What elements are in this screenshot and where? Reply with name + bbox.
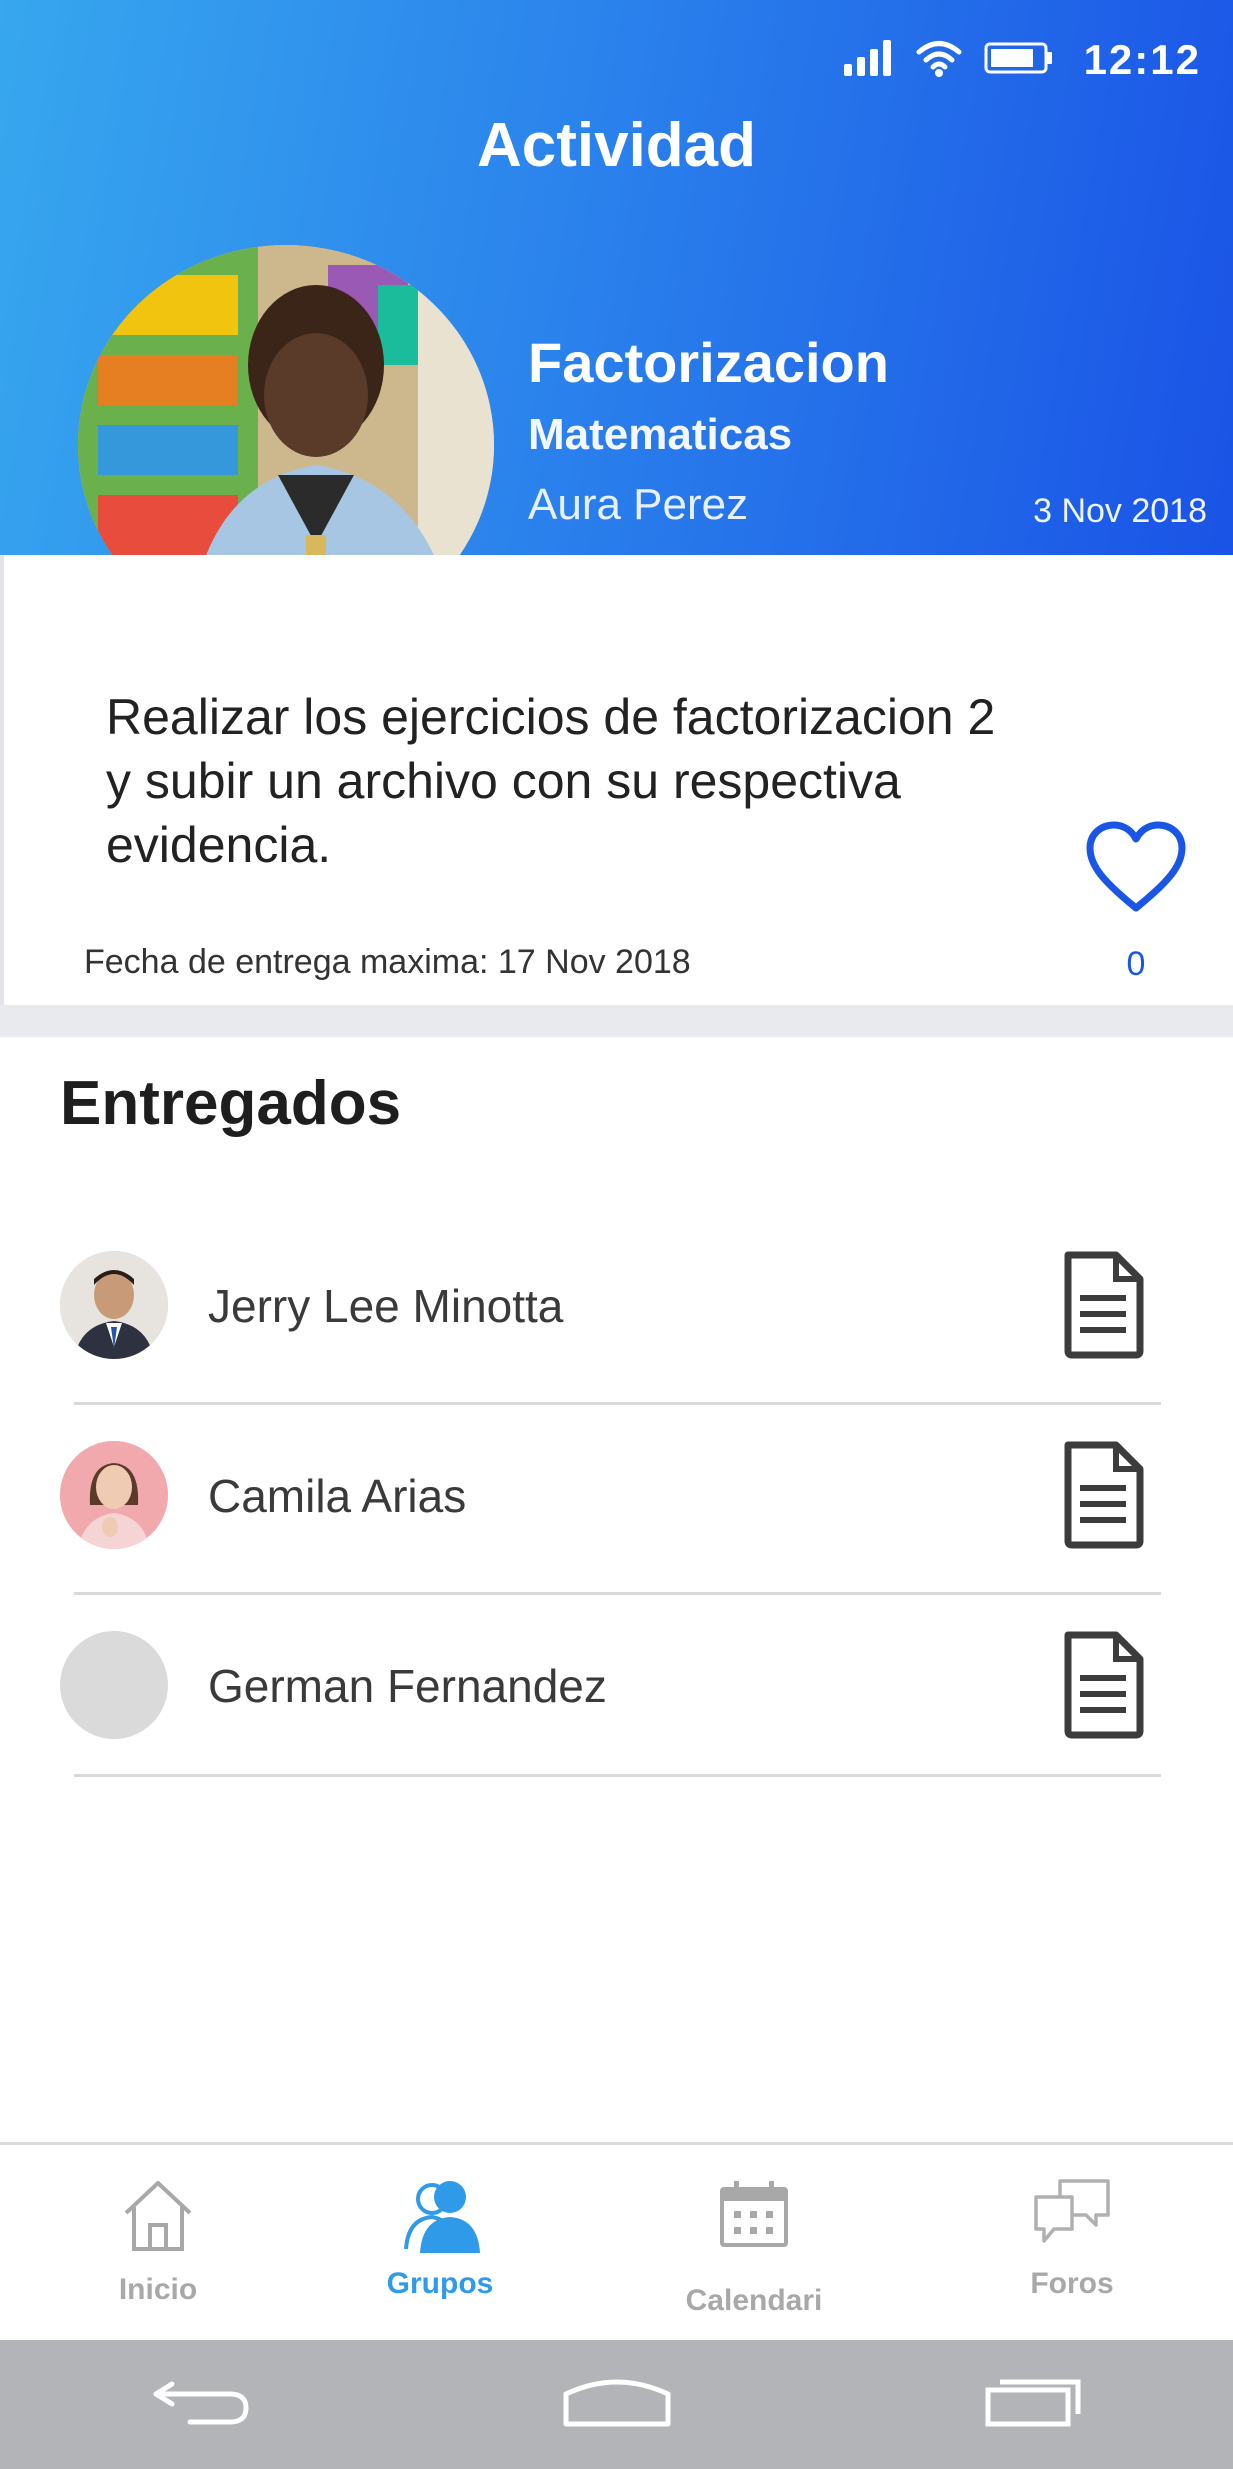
battery-icon [984,42,1054,79]
row-divider [74,1774,1161,1777]
nav-label: Calendari o [685,2284,823,2343]
deadline-text: Fecha de entrega maxima: 17 Nov 2018 [84,943,691,981]
page-title: Actividad [476,111,757,180]
status-bar: 12:12 [843,30,1201,90]
user-name: German Fernandez [208,1660,607,1712]
heart-icon [1086,821,1186,912]
chat-bubbles-icon [1032,2177,1112,2252]
home-button[interactable] [560,2370,674,2435]
document-icon[interactable] [1062,1631,1144,1739]
recents-button[interactable] [984,2370,1084,2435]
group-icon [398,2177,482,2258]
status-time: 12:12 [1083,36,1201,83]
nav-item-grupos[interactable]: Grupos [286,2145,594,2343]
nav-label: Foros [1030,2267,1114,2300]
system-nav-bar [0,2340,1233,2469]
activity-name: Factorizacion [528,331,889,394]
avatar [60,1631,168,1739]
avatar [60,1251,168,1359]
like-button[interactable] [1084,820,1188,916]
activity-card: Realizar los ejercicios de factorizacion… [0,555,1233,1005]
user-name: Camila Arias [208,1470,467,1522]
nav-item-calendario[interactable]: Calendari o [600,2145,908,2343]
back-button[interactable] [150,2368,252,2437]
list-item[interactable]: German Fernandez [0,1595,1233,1777]
calendar-icon [718,2177,790,2254]
user-name: Jerry Lee Minotta [208,1280,564,1332]
bottom-nav: Inicio Grupos Calendari o Foros [0,2142,1233,2343]
like-count: 0 [1126,945,1146,983]
home-icon [120,2177,196,2258]
delivered-list: Jerry Lee Minotta Camila Arias German Fe… [0,1215,1233,1777]
activity-teacher: Aura Perez [528,480,749,529]
nav-item-inicio[interactable]: Inicio [4,2145,312,2343]
recents-icon [985,2379,1081,2427]
wifi-icon [916,39,962,82]
nav-label: Inicio [118,2273,198,2306]
activity-date: 3 Nov 2018 [1033,492,1207,530]
nav-label: Grupos [386,2267,494,2300]
document-icon[interactable] [1062,1441,1144,1549]
nav-item-foros[interactable]: Foros [918,2145,1226,2343]
home-shape-icon [563,2379,671,2427]
back-icon [153,2381,249,2425]
avatar [60,1441,168,1549]
document-icon[interactable] [1062,1251,1144,1359]
delivered-title: Entregados [60,1069,402,1138]
signal-icon [843,39,894,81]
activity-subject: Matematicas [528,410,793,459]
activity-description: Realizar los ejercicios de factorizacion… [106,689,996,873]
list-item[interactable]: Camila Arias [0,1405,1233,1595]
list-item[interactable]: Jerry Lee Minotta [0,1215,1233,1405]
section-divider [0,1005,1233,1037]
